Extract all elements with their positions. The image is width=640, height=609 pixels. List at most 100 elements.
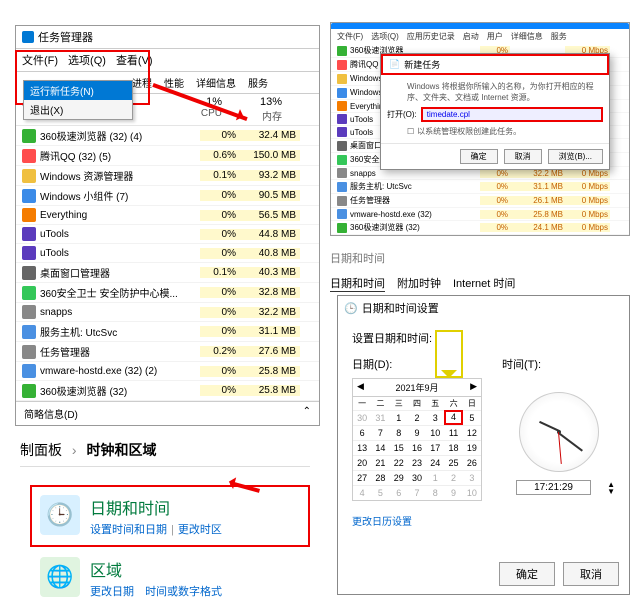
menu-file[interactable]: 文件(F) (22, 52, 58, 68)
table-row[interactable]: Everything0%56.5 MB (16, 206, 319, 225)
submenu-exit[interactable]: 退出(X) (24, 100, 132, 119)
cal-day[interactable]: 1 (426, 470, 444, 485)
menu-options[interactable]: 选项(Q) (68, 52, 106, 68)
submenu-run-new-task[interactable]: 运行新任务(N) (24, 81, 132, 100)
table-row[interactable]: Windows 资源管理器0.1%93.2 MB (16, 166, 319, 186)
datetime-breadcrumb: 日期和时间 (330, 250, 385, 266)
tab-datetime[interactable]: 日期和时间 (330, 275, 385, 292)
time-input[interactable]: 17:21:29 (516, 480, 591, 495)
process-icon (337, 88, 347, 98)
cal-day[interactable]: 2 (408, 410, 426, 425)
menu-view[interactable]: 查看(V) (116, 52, 153, 68)
cal-day[interactable]: 4 (353, 485, 371, 500)
cal-day[interactable]: 8 (426, 485, 444, 500)
cal-day[interactable]: 29 (390, 470, 408, 485)
cal-day[interactable]: 11 (444, 425, 462, 440)
cal-day[interactable]: 4 (444, 410, 462, 425)
cal-day[interactable]: 25 (444, 455, 462, 470)
cal-day[interactable]: 1 (390, 410, 408, 425)
cal-day[interactable]: 13 (353, 440, 371, 455)
cal-day[interactable]: 10 (426, 425, 444, 440)
cal-day[interactable]: 18 (444, 440, 462, 455)
process-icon (337, 223, 347, 233)
cal-day[interactable]: 26 (463, 455, 481, 470)
cal-day[interactable]: 23 (408, 455, 426, 470)
cal-day[interactable]: 2 (444, 470, 462, 485)
cal-day[interactable]: 3 (426, 410, 444, 425)
run-new-task-dialog: 📄 新建任务 Windows 将根据你所输入的名称，为你打开相应的程序、文件夹、… (380, 53, 610, 170)
ok-button[interactable]: 确定 (460, 149, 498, 164)
cal-day[interactable]: 7 (371, 425, 389, 440)
ok-button[interactable]: 确定 (499, 562, 555, 586)
table-row[interactable]: 任务管理器0.2%27.6 MB (16, 342, 319, 362)
cal-day[interactable]: 9 (444, 485, 462, 500)
tm-fewer-details[interactable]: ⌃ 简略信息(D) (16, 401, 319, 425)
cal-day[interactable]: 20 (353, 455, 371, 470)
cal-prev-button[interactable]: ◀ (357, 381, 364, 394)
cal-day[interactable]: 6 (390, 485, 408, 500)
table-row[interactable]: 360极速浏览器 (32) (4)0%32.4 MB (16, 126, 319, 146)
cal-month: 2021年9月 (395, 381, 438, 394)
cal-day[interactable]: 7 (408, 485, 426, 500)
table-row[interactable]: 服务主机: UtcSvc0%31.1 MB0 Mbps (331, 180, 629, 194)
tab-additional-clocks[interactable]: 附加时钟 (397, 275, 441, 292)
cal-day[interactable]: 8 (390, 425, 408, 440)
cal-day[interactable]: 22 (390, 455, 408, 470)
datetime-control-panel-item[interactable]: 🕒 日期和时间 设置时间和日期|更改时区 (30, 485, 310, 547)
cal-day[interactable]: 27 (353, 470, 371, 485)
cancel-button[interactable]: 取消 (563, 562, 619, 586)
admin-checkbox[interactable]: ☐ 以系统管理权限创建此任务。 (407, 126, 603, 137)
cal-weekday: 四 (408, 397, 426, 410)
cal-day[interactable]: 17 (426, 440, 444, 455)
process-icon (337, 168, 347, 178)
process-icon (22, 129, 36, 143)
process-icon (22, 325, 36, 339)
cal-day[interactable]: 5 (463, 410, 481, 425)
table-row[interactable]: 桌面窗口管理器0.1%40.3 MB (16, 263, 319, 283)
table-row[interactable]: 360极速浏览器 (32)0%25.8 MB (16, 381, 319, 401)
cal-day[interactable]: 14 (371, 440, 389, 455)
cal-day[interactable]: 19 (463, 440, 481, 455)
cal-day[interactable]: 21 (371, 455, 389, 470)
cal-day[interactable]: 12 (463, 425, 481, 440)
process-icon (337, 155, 347, 165)
tab-details[interactable]: 详细信息 (196, 75, 236, 90)
process-icon (337, 209, 347, 219)
table-row[interactable]: 360极速浏览器 (32)0%24.1 MB0 Mbps (331, 221, 629, 235)
cal-day[interactable]: 9 (408, 425, 426, 440)
tab-services[interactable]: 服务 (248, 75, 268, 90)
cal-day[interactable]: 24 (426, 455, 444, 470)
tab-processes[interactable]: 进程 (132, 75, 152, 90)
cal-day[interactable]: 31 (371, 410, 389, 425)
cal-day[interactable]: 30 (408, 470, 426, 485)
cal-day[interactable]: 30 (353, 410, 371, 425)
table-row[interactable]: vmware-hostd.exe (32) (2)0%25.8 MB (16, 362, 319, 381)
cal-day[interactable]: 28 (371, 470, 389, 485)
cal-day[interactable]: 15 (390, 440, 408, 455)
cancel-button[interactable]: 取消 (504, 149, 542, 164)
cal-day[interactable]: 6 (353, 425, 371, 440)
table-row[interactable]: 360安全卫士 安全防护中心模...0%32.8 MB (16, 283, 319, 303)
cal-day[interactable]: 5 (371, 485, 389, 500)
cal-next-button[interactable]: ▶ (470, 381, 477, 394)
cal-day[interactable]: 10 (463, 485, 481, 500)
time-spinner-icon[interactable]: ▲▼ (607, 481, 615, 495)
cal-weekday: 六 (444, 397, 462, 410)
process-icon (22, 169, 36, 183)
table-row[interactable]: 服务主机: UtcSvc0%31.1 MB (16, 322, 319, 342)
table-row[interactable]: 任务管理器0%26.1 MB0 Mbps (331, 194, 629, 208)
table-row[interactable]: Windows 小组件 (7)0%90.5 MB (16, 186, 319, 206)
table-row[interactable]: 腾讯QQ (32) (5)0.6%150.0 MB (16, 146, 319, 166)
browse-button[interactable]: 浏览(B)... (548, 149, 603, 164)
open-input[interactable]: timedate.cpl (421, 107, 603, 122)
region-control-panel-item[interactable]: 🌐 区域 更改日期 时间或数字格式 (30, 547, 310, 609)
table-row[interactable]: snapps0%32.2 MB (16, 303, 319, 322)
cal-day[interactable]: 16 (408, 440, 426, 455)
table-row[interactable]: uTools0%44.8 MB (16, 225, 319, 244)
col-mem[interactable]: 13%内存 (222, 96, 282, 123)
change-calendar-settings-link[interactable]: 更改日历设置 (352, 513, 412, 528)
tab-internet-time[interactable]: Internet 时间 (453, 275, 515, 292)
cal-day[interactable]: 3 (463, 470, 481, 485)
table-row[interactable]: uTools0%40.8 MB (16, 244, 319, 263)
table-row[interactable]: vmware-hostd.exe (32)0%25.8 MB0 Mbps (331, 208, 629, 221)
